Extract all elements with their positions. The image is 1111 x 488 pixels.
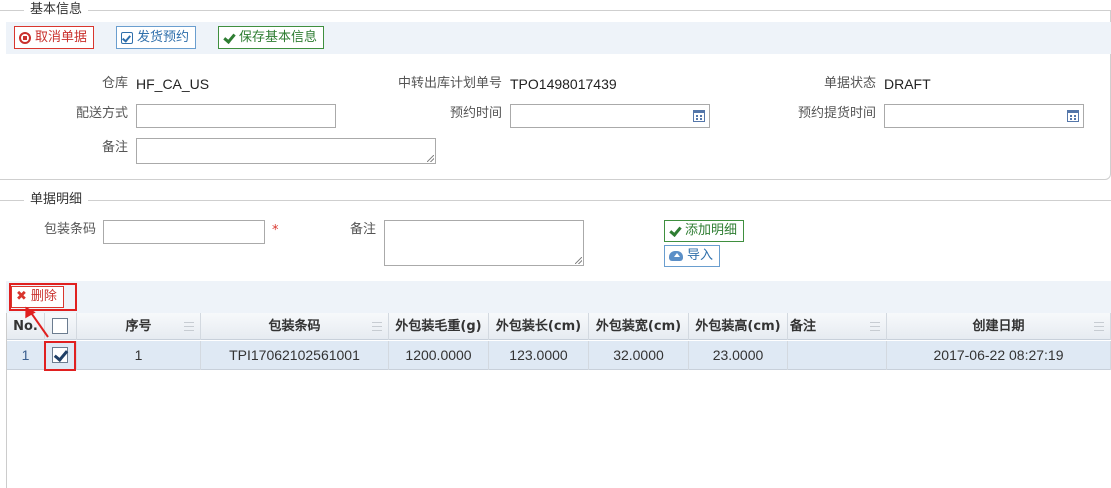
col-created[interactable]: 创建日期 xyxy=(887,313,1111,340)
delivery-method-input[interactable] xyxy=(136,104,336,128)
add-detail-button[interactable]: 添加明细 xyxy=(664,220,745,242)
cell-no: 1 xyxy=(7,341,45,370)
col-seq-label: 序号 xyxy=(125,319,152,334)
appointment-time-input[interactable] xyxy=(510,104,710,128)
grid-header: No. 序号 包装条码 外包装毛重(g) 外包装长(cm) 外包装宽(cm) 外… xyxy=(7,313,1111,340)
add-detail-label: 添加明细 xyxy=(685,223,738,238)
cell-seq: 1 xyxy=(77,341,201,370)
col-length[interactable]: 外包装长(cm) xyxy=(489,313,589,340)
cell-remark xyxy=(788,341,887,370)
stop-circle-icon xyxy=(19,31,31,44)
detail-remark-label: 备注 xyxy=(349,222,376,237)
pickup-time-label: 预约提货时间 xyxy=(797,106,876,121)
shipment-booking-button[interactable]: 发货预约 xyxy=(116,26,197,49)
col-barcode-label: 包装条码 xyxy=(268,319,321,334)
required-mark: * xyxy=(272,223,279,238)
calendar-icon[interactable] xyxy=(1067,110,1079,122)
cell-barcode: TPI17062102561001 xyxy=(201,341,389,370)
save-basic-info-label: 保存基本信息 xyxy=(239,30,318,45)
resize-grip-icon[interactable] xyxy=(575,257,582,264)
edit-checkbox-icon xyxy=(121,31,133,44)
save-basic-info-button[interactable]: 保存基本信息 xyxy=(218,26,325,49)
col-select-all[interactable] xyxy=(45,313,77,340)
cell-weight: 1200.0000 xyxy=(389,341,489,370)
col-seq[interactable]: 序号 xyxy=(77,313,201,340)
detail-remark-textarea[interactable] xyxy=(384,220,584,266)
column-menu-icon[interactable] xyxy=(372,322,382,331)
remark-label: 备注 xyxy=(101,140,128,155)
column-menu-icon[interactable] xyxy=(1094,322,1104,331)
cell-created: 2017-06-22 08:27:19 xyxy=(887,341,1111,370)
resize-grip-icon[interactable] xyxy=(427,155,434,162)
shipment-booking-label: 发货预约 xyxy=(137,30,190,45)
col-weight[interactable]: 外包装毛重(g) xyxy=(389,313,489,340)
col-height[interactable]: 外包装高(cm) xyxy=(689,313,788,340)
import-label: 导入 xyxy=(687,248,714,263)
package-barcode-label: 包装条码 xyxy=(43,222,96,237)
pickup-time-input[interactable] xyxy=(884,104,1084,128)
basic-info-legend: 基本信息 xyxy=(24,1,89,19)
delete-highlight-box xyxy=(9,283,77,311)
check-icon xyxy=(669,225,681,237)
col-remark-label: 备注 xyxy=(790,319,817,334)
col-width[interactable]: 外包装宽(cm) xyxy=(589,313,689,340)
col-barcode[interactable]: 包装条码 xyxy=(201,313,389,340)
delivery-method-label: 配送方式 xyxy=(75,106,128,121)
plan-no-value: TPO1498017439 xyxy=(510,76,617,92)
cloud-upload-icon xyxy=(669,251,683,261)
order-detail-legend: 单据明细 xyxy=(24,191,89,209)
cancel-order-button[interactable]: 取消单据 xyxy=(14,26,95,49)
col-created-label: 创建日期 xyxy=(972,319,1025,334)
status-value: DRAFT xyxy=(884,76,931,92)
grid-toolbar: ✖ 删除 xyxy=(6,281,1111,313)
basic-toolbar: 取消单据 发货预约 保存基本信息 xyxy=(6,22,1111,54)
import-button[interactable]: 导入 xyxy=(664,245,721,267)
select-all-checkbox[interactable] xyxy=(52,318,68,334)
calendar-icon[interactable] xyxy=(693,110,705,122)
status-label: 单据状态 xyxy=(823,76,876,91)
plan-no-label: 中转出库计划单号 xyxy=(397,76,502,91)
remark-textarea[interactable] xyxy=(136,138,436,164)
cell-height: 23.0000 xyxy=(689,341,788,370)
package-barcode-input[interactable] xyxy=(103,220,265,244)
check-icon xyxy=(223,32,235,44)
cancel-order-label: 取消单据 xyxy=(35,30,88,45)
detail-grid: No. 序号 包装条码 外包装毛重(g) 外包装长(cm) 外包装宽(cm) 外… xyxy=(6,313,1111,488)
col-remark[interactable]: 备注 xyxy=(788,313,887,340)
table-row[interactable]: 1 1 TPI17062102561001 1200.0000 123.0000… xyxy=(7,341,1111,370)
appointment-time-label: 预约时间 xyxy=(449,106,502,121)
cell-length: 123.0000 xyxy=(489,341,589,370)
cell-width: 32.0000 xyxy=(589,341,689,370)
column-menu-icon[interactable] xyxy=(184,322,194,331)
warehouse-value: HF_CA_US xyxy=(136,76,210,92)
checkbox-highlight-box xyxy=(44,341,76,371)
warehouse-label: 仓库 xyxy=(101,76,128,91)
column-menu-icon[interactable] xyxy=(870,322,880,331)
